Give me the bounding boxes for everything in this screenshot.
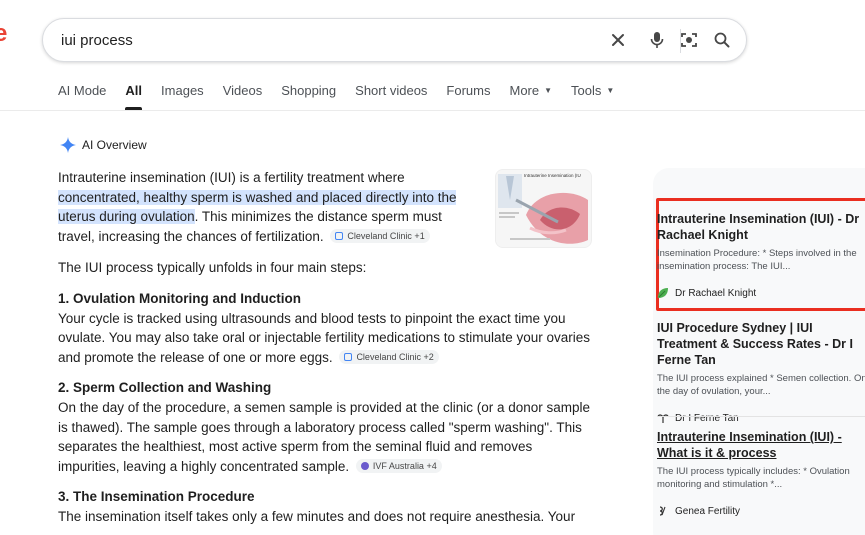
genea-favicon-icon <box>657 505 669 517</box>
source-site[interactable]: Dr I Ferne Tan <box>657 412 865 424</box>
source-title[interactable]: Intrauterine Insemination (IUI) - Dr Rac… <box>657 211 865 243</box>
steps-intro: The IUI process typically unfolds in fou… <box>58 260 367 276</box>
microphone-icon[interactable] <box>647 30 667 50</box>
tab-ai-mode[interactable]: AI Mode <box>58 83 106 109</box>
source-title[interactable]: IUI Procedure Sydney | IUI Treatment & S… <box>657 320 865 368</box>
source-snippet: The IUI process explained * Semen collec… <box>657 373 865 397</box>
source-card[interactable]: Intrauterine Insemination (IUI) - What i… <box>657 429 865 517</box>
source-site[interactable]: Genea Fertility <box>657 505 865 517</box>
source-card[interactable]: Intrauterine Insemination (IUI) - Dr Rac… <box>657 211 865 299</box>
source-site[interactable]: Dr Rachael Knight <box>657 287 865 299</box>
source-title[interactable]: Intrauterine Insemination (IUI) - What i… <box>657 429 865 461</box>
step-text: The insemination itself takes only a few… <box>58 508 576 524</box>
step-text: On the day of the procedure, a semen sam… <box>58 399 591 474</box>
cleveland-clinic-icon <box>335 231 344 240</box>
step-heading: 3. The Insemination Procedure <box>58 489 255 505</box>
step-heading: 1. Ovulation Monitoring and Induction <box>58 290 301 306</box>
source-chip[interactable]: Cleveland Clinic +1 <box>330 228 430 243</box>
sprout-favicon-icon <box>657 412 669 424</box>
source-card[interactable]: IUI Procedure Sydney | IUI Treatment & S… <box>657 320 865 424</box>
card-separator <box>657 416 865 417</box>
ai-sparkle-icon <box>60 137 76 153</box>
ai-overview-body: Intrauterine insemination (IUI) is a fer… <box>58 168 592 527</box>
search-input[interactable] <box>61 19 601 61</box>
clear-icon[interactable] <box>608 30 628 50</box>
tab-short-videos[interactable]: Short videos <box>355 83 427 109</box>
source-chip[interactable]: Cleveland Clinic +2 <box>339 349 439 364</box>
google-logo-fragment[interactable]: e <box>0 22 8 46</box>
cleveland-clinic-icon <box>344 352 353 361</box>
tab-tools[interactable]: Tools ▼ <box>571 83 614 109</box>
tab-images[interactable]: Images <box>161 83 204 109</box>
source-chip[interactable]: IVF Australia +4 <box>355 458 442 473</box>
tab-videos[interactable]: Videos <box>223 83 263 109</box>
ivf-australia-icon <box>360 461 369 470</box>
source-snippet: Insemination Procedure: * Steps involved… <box>657 248 857 272</box>
search-tabs: AI Mode All Images Videos Shopping Short… <box>58 83 633 110</box>
ai-overview-header: AI Overview <box>60 137 147 153</box>
tab-more[interactable]: More ▼ <box>509 83 552 109</box>
step-text: Your cycle is tracked using ultrasounds … <box>58 310 591 365</box>
source-snippet: The IUI process typically includes: * Ov… <box>657 466 850 490</box>
search-box[interactable] <box>42 18 747 62</box>
overview-intro: Intrauterine insemination (IUI) is a fer… <box>58 170 457 244</box>
caret-down-icon: ▼ <box>544 86 553 95</box>
caret-down-icon: ▼ <box>606 86 615 95</box>
tab-shopping[interactable]: Shopping <box>281 83 336 109</box>
tab-forums[interactable]: Forums <box>446 83 490 109</box>
lens-camera-icon[interactable] <box>679 30 699 50</box>
search-icon[interactable] <box>712 30 732 50</box>
step-heading: 2. Sperm Collection and Washing <box>58 380 272 396</box>
tabs-divider <box>0 110 865 111</box>
tab-all[interactable]: All <box>125 83 142 110</box>
leaf-favicon-icon <box>657 287 669 299</box>
ai-overview-title: AI Overview <box>82 138 147 152</box>
